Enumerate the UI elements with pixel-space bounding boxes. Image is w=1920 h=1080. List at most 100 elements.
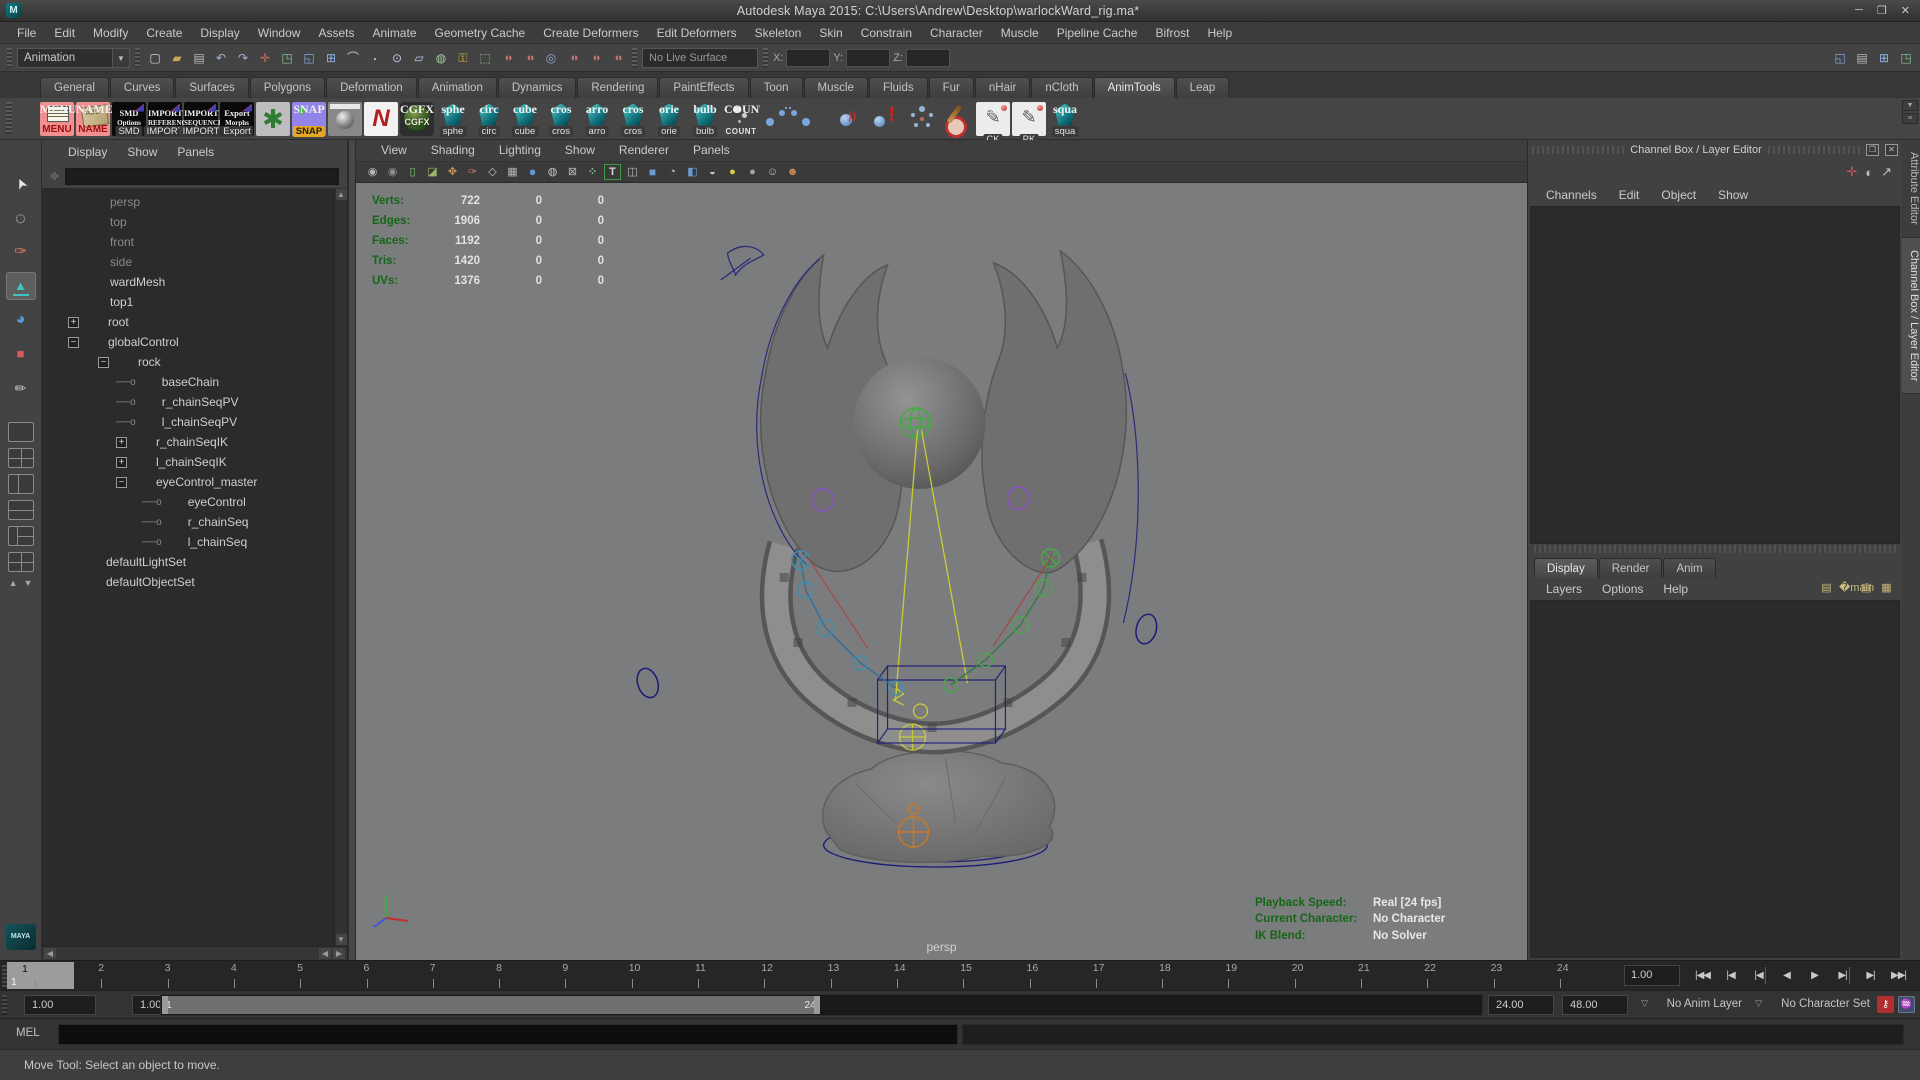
menu-item[interactable]: Skeleton — [746, 22, 811, 44]
paint-select-tool-icon[interactable] — [6, 238, 36, 266]
snap-shelf-button[interactable]: SNAP SNAP — [292, 101, 326, 137]
outliner-item-r-chainseqpv[interactable]: r_chainSeqPV — [42, 392, 334, 412]
shelf-tab[interactable]: Fur — [928, 77, 974, 98]
step-back-frame-button[interactable]: |◀ — [1717, 963, 1744, 988]
maya-app-icon[interactable]: M — [6, 3, 21, 18]
shelf-tab[interactable]: nHair — [974, 77, 1031, 98]
scroll-down-icon[interactable]: ▼ — [335, 934, 347, 945]
ipr-render-icon[interactable] — [585, 48, 605, 68]
menu-item[interactable]: Modify — [84, 22, 137, 44]
select-tool-icon[interactable] — [6, 170, 36, 198]
outliner-horizontal-scrollbar[interactable]: ◀ ◀ ▶ — [42, 946, 347, 960]
outliner-item-top1[interactable]: top1 — [42, 292, 334, 312]
layout-four-pane-button[interactable] — [7, 448, 34, 468]
joint-chain-shelf-button[interactable] — [760, 101, 794, 136]
frame-tick[interactable]: 7 — [430, 961, 493, 990]
camera-attributes-icon[interactable] — [384, 164, 401, 180]
attribute-editor-toggle-icon[interactable] — [1852, 48, 1872, 68]
range-slider-track[interactable]: 1 24 — [160, 994, 1483, 1016]
shelf-tab[interactable]: General — [40, 77, 109, 98]
shelf-menu-icon[interactable]: ▼ — [1902, 100, 1918, 111]
wireframe-icon[interactable] — [624, 164, 641, 180]
last-tool-icon[interactable] — [6, 374, 36, 402]
outliner-item-defaultobjectset[interactable]: defaultObjectSet — [42, 572, 334, 592]
menu-item[interactable]: Character — [921, 22, 992, 44]
lasso-tool-icon[interactable] — [6, 204, 36, 232]
menu-item[interactable]: Create Deformers — [534, 22, 647, 44]
shelf-tab[interactable]: Curves — [109, 77, 175, 98]
tool-settings-toggle-icon[interactable] — [1874, 48, 1894, 68]
frame-tick[interactable]: 19 — [1225, 961, 1288, 990]
grease-pencil-icon[interactable] — [464, 164, 481, 180]
menu-item[interactable]: Assets — [309, 22, 363, 44]
shelf-tab[interactable]: Muscle — [803, 77, 868, 98]
ambient-occlusion-icon[interactable] — [744, 164, 761, 180]
square-control-shelf-button[interactable]: squa squa — [1048, 101, 1082, 137]
viewport-menu-item[interactable]: Lighting — [488, 140, 552, 161]
channel-box-menu-item[interactable]: Edit — [1609, 184, 1650, 206]
smooth-shade-icon[interactable] — [644, 164, 661, 180]
layer-editor-menu-item[interactable]: Layers — [1536, 578, 1592, 600]
undo-icon[interactable] — [211, 48, 231, 68]
maximize-button[interactable]: ❐ — [1877, 4, 1887, 17]
menu-item[interactable]: Constrain — [852, 22, 921, 44]
menu-item[interactable]: Animate — [363, 22, 425, 44]
bulb-control-shelf-button[interactable]: bulb bulb — [688, 101, 722, 137]
animation-preferences-icon[interactable] — [1898, 996, 1915, 1013]
menu-item[interactable]: Muscle — [992, 22, 1048, 44]
import-sequence-shelf-button[interactable]: IMPORT SEQUENCE IMPORT — [179, 101, 223, 137]
rotate-tool-icon[interactable] — [6, 306, 36, 334]
output-connections-icon[interactable] — [519, 48, 539, 68]
snap-projected-center-icon[interactable] — [387, 48, 407, 68]
scroll-right-icon[interactable]: ▶ — [333, 948, 345, 959]
shelf-tab[interactable]: Fluids — [868, 77, 928, 98]
select-component-icon[interactable] — [299, 48, 319, 68]
expand-toggle-icon[interactable] — [116, 476, 127, 488]
xray-icon[interactable] — [784, 164, 801, 180]
auto-keyframe-toggle-icon[interactable] — [1877, 996, 1894, 1013]
image-plane-icon[interactable] — [424, 164, 441, 180]
paint-skin-weights-shelf-button[interactable] — [940, 101, 974, 138]
go-to-start-button[interactable]: |◀◀ — [1689, 963, 1716, 988]
hud-toggle-icon[interactable] — [604, 164, 621, 180]
make-live-icon[interactable] — [431, 48, 451, 68]
layer-editor-menu-item[interactable]: Help — [1653, 578, 1698, 600]
frame-tick[interactable]: 6 — [364, 961, 427, 990]
circle-control-shelf-button[interactable]: circ circ — [472, 101, 506, 137]
isolate-select-icon[interactable] — [764, 164, 781, 180]
shelf-tab[interactable]: AnimTools — [1093, 77, 1175, 98]
outliner-item-r-chainseqik[interactable]: r_chainSeqIK — [42, 432, 334, 452]
outliner-item-l-chainseqpv[interactable]: l_chainSeqPV — [42, 412, 334, 432]
n-logo-shelf-button[interactable] — [364, 101, 398, 136]
panel-grip[interactable] — [1767, 146, 1860, 154]
toolbox-scroll-up-icon[interactable]: ▲ — [9, 578, 18, 588]
outliner-item-globalcontrol[interactable]: globalControl — [42, 332, 334, 352]
y-input[interactable] — [846, 48, 891, 67]
panel-splitter[interactable] — [348, 140, 356, 960]
outliner-item-eyecontrol[interactable]: eyeControl — [42, 492, 334, 512]
frame-tick[interactable]: 23 — [1491, 961, 1554, 990]
expand-collapse-icon[interactable]: ✥ — [50, 170, 59, 183]
minimize-button[interactable]: ─ — [1855, 4, 1863, 17]
layout-two-pane-button[interactable] — [7, 474, 34, 494]
command-input[interactable] — [58, 1024, 958, 1045]
frame-tick[interactable]: 8 — [496, 961, 559, 990]
joint-chain2-shelf-button[interactable] — [796, 101, 830, 136]
shelf-tab[interactable]: Rendering — [577, 77, 659, 98]
frame-tick[interactable]: 12 — [761, 961, 824, 990]
frame-tick[interactable]: 10 — [629, 961, 692, 990]
anim-layer-dropdown-icon[interactable]: ▽ — [1641, 998, 1648, 1009]
menu-item[interactable]: Display — [191, 22, 248, 44]
menu-shelf-button[interactable]: MENU MENU — [40, 101, 77, 136]
safe-title-icon[interactable] — [584, 164, 601, 180]
snap-curve-icon[interactable] — [343, 48, 363, 68]
close-panel-icon[interactable]: ✕ — [1885, 144, 1898, 156]
outliner-item-persp[interactable]: persp — [42, 192, 334, 212]
cube-control-shelf-button[interactable]: cube cube — [508, 101, 542, 137]
status-line-grip[interactable] — [763, 47, 768, 68]
viewport-menu-item[interactable]: Panels — [682, 140, 741, 161]
outliner-item-wardmesh[interactable]: wardMesh — [42, 272, 334, 292]
play-forwards-button[interactable]: ▶ — [1801, 963, 1828, 988]
channel-box-menu-item[interactable]: Object — [1651, 184, 1706, 206]
menu-set-dropdown[interactable]: Animation ▼ — [17, 47, 130, 68]
